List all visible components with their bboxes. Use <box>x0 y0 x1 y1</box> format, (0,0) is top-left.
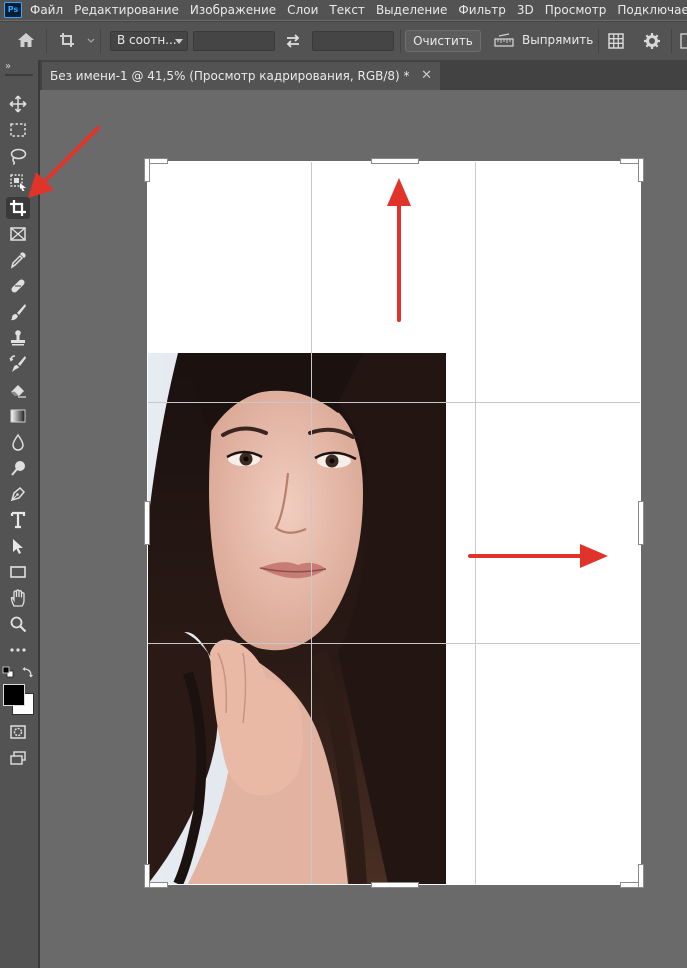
dodge-tool-icon[interactable] <box>6 457 30 479</box>
crop-handle-top-left-vertical[interactable] <box>145 159 149 181</box>
options-bar: В соотн... Очистить Выпрямить <box>0 21 687 61</box>
menu-bar: Ps Файл Редактирование Изображение Слои … <box>0 0 687 20</box>
menu-view[interactable]: Просмотр <box>545 3 607 17</box>
home-icon[interactable] <box>16 31 36 52</box>
swap-colors-icon[interactable] <box>22 666 34 681</box>
menu-3d[interactable]: 3D <box>517 3 534 17</box>
crop-handle-bottom-right-vertical[interactable] <box>639 865 643 887</box>
clone-stamp-tool-icon[interactable] <box>6 327 30 349</box>
menu-file[interactable]: Файл <box>30 3 63 17</box>
move-tool-icon[interactable] <box>6 93 30 115</box>
crop-grid-line <box>148 643 640 644</box>
type-tool-icon[interactable] <box>6 509 30 531</box>
document-tab-title: Без имени-1 @ 41,5% (Просмотр кадрирован… <box>50 69 410 83</box>
toolbox: » <box>0 60 40 968</box>
document-tab[interactable]: Без имени-1 @ 41,5% (Просмотр кадрирован… <box>42 62 440 90</box>
hand-tool-icon[interactable] <box>6 587 30 609</box>
menu-edit[interactable]: Редактирование <box>74 3 179 17</box>
close-icon[interactable]: ✕ <box>421 62 432 90</box>
marquee-tool-icon[interactable] <box>6 119 30 141</box>
foreground-color-swatch[interactable] <box>3 684 25 706</box>
ratio-select[interactable]: В соотн... <box>110 31 188 51</box>
menu-type[interactable]: Текст <box>329 3 365 17</box>
more-tools-icon[interactable] <box>6 639 30 661</box>
blur-tool-icon[interactable] <box>6 431 30 453</box>
eraser-tool-icon[interactable] <box>6 379 30 401</box>
menu-filter[interactable]: Фильтр <box>458 3 505 17</box>
screen-mode-icon[interactable] <box>6 747 30 769</box>
crop-grid-line <box>311 162 312 884</box>
rectangle-tool-icon[interactable] <box>6 561 30 583</box>
path-selection-tool-icon[interactable] <box>6 535 30 557</box>
photoshop-logo: Ps <box>4 2 22 18</box>
frame-tool-icon[interactable] <box>6 223 30 245</box>
lasso-tool-icon[interactable] <box>6 145 30 167</box>
width-field[interactable] <box>193 31 275 51</box>
healing-brush-tool-icon[interactable] <box>6 275 30 297</box>
brush-tool-icon[interactable] <box>6 301 30 323</box>
crop-handle-bottom-left-vertical[interactable] <box>145 865 149 887</box>
portrait-photo <box>148 353 446 884</box>
crop-handle-left[interactable] <box>145 502 149 544</box>
menu-select[interactable]: Выделение <box>376 3 447 17</box>
crop-tool-preset-icon[interactable] <box>58 31 98 54</box>
straighten-label[interactable]: Выпрямить <box>522 33 593 47</box>
swap-dimensions-icon[interactable] <box>284 32 302 53</box>
menu-layers[interactable]: Слои <box>287 3 318 17</box>
object-selection-tool-icon[interactable] <box>6 171 30 193</box>
gradient-tool-icon[interactable] <box>6 405 30 427</box>
height-field[interactable] <box>312 31 394 51</box>
zoom-tool-icon[interactable] <box>6 613 30 635</box>
delete-cropped-pixels-checkbox[interactable] <box>679 32 687 53</box>
crop-area[interactable] <box>145 159 643 887</box>
quick-mask-icon[interactable] <box>6 721 30 743</box>
crop-grid-line <box>475 162 476 884</box>
crop-handle-bottom[interactable] <box>372 883 418 887</box>
pen-tool-icon[interactable] <box>6 483 30 505</box>
clear-button[interactable]: Очистить <box>405 30 481 52</box>
crop-grid-line <box>148 402 640 403</box>
crop-tool-icon[interactable] <box>6 197 30 219</box>
eyedropper-tool-icon[interactable] <box>6 249 30 271</box>
overlay-grid-icon[interactable] <box>607 32 625 53</box>
gear-icon[interactable] <box>643 32 661 53</box>
crop-handle-top[interactable] <box>372 159 418 163</box>
document-tab-strip: Без имени-1 @ 41,5% (Просмотр кадрирован… <box>40 60 687 90</box>
crop-handle-top-right-vertical[interactable] <box>639 159 643 181</box>
straighten-icon[interactable] <box>494 33 514 52</box>
chevron-down-icon <box>175 39 183 44</box>
history-brush-tool-icon[interactable] <box>6 353 30 375</box>
collapse-toolbox-icon[interactable]: » <box>5 61 11 72</box>
default-colors-icon[interactable] <box>2 666 14 681</box>
canvas-area[interactable] <box>40 92 687 968</box>
crop-handle-right[interactable] <box>639 502 643 544</box>
ratio-select-value: В соотн... <box>117 33 177 47</box>
menu-plugins[interactable]: Подключаемые модули <box>617 3 687 17</box>
menu-image[interactable]: Изображение <box>190 3 276 17</box>
